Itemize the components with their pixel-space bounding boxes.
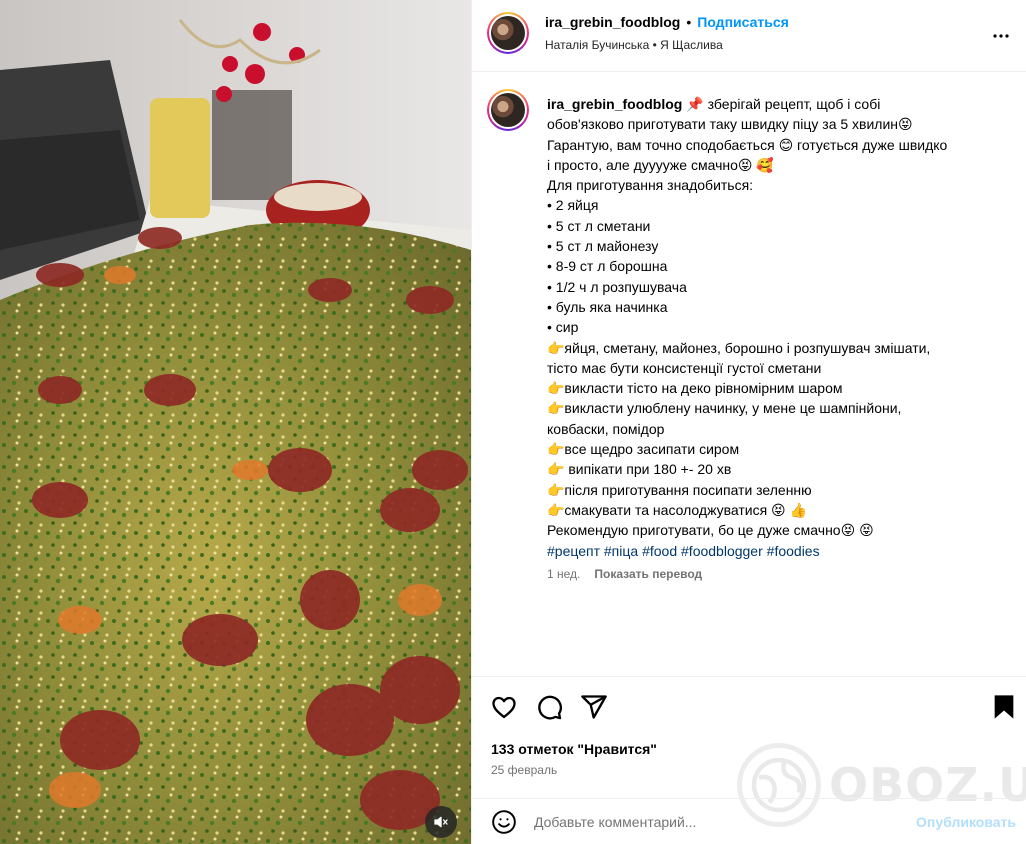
follow-button[interactable]: Подписаться — [697, 14, 789, 30]
caption-line: 👉 випікати при 180 +- 20 хв — [547, 461, 732, 478]
caption-line: обов'язково приготувати таку швидку піцу… — [547, 116, 913, 133]
hashtag-link[interactable]: #food — [642, 543, 677, 559]
caption-text: ira_grebin_foodblog 📌 зберігай рецепт, що… — [547, 94, 1009, 561]
hashtag-link[interactable]: #піца — [604, 543, 638, 559]
post-header: ira_grebin_foodblog • Подписаться Наталі… — [472, 0, 1026, 72]
emoji-button[interactable] — [491, 809, 517, 835]
audio-link[interactable]: Наталія Бучинська • Я Щаслива — [545, 38, 723, 52]
like-button[interactable] — [490, 693, 518, 721]
caption-line: тісто має бути консистенції густої смета… — [547, 359, 822, 376]
caption-line: 👉викласти тісто на деко рівномірним шаро… — [547, 380, 843, 397]
pizza-video-frame — [0, 0, 471, 844]
caption-line: • буль яка начинка — [547, 298, 668, 315]
hashtag-link[interactable]: #foodies — [767, 543, 820, 559]
caption-line: Рекомендую приготувати, бо це дуже смачн… — [547, 522, 874, 539]
smiley-icon — [492, 810, 516, 834]
hashtag-link[interactable]: #рецепт — [547, 543, 600, 559]
actions-section: 133 отметок "Нравится" 25 февраль OBOZ.U… — [472, 676, 1026, 827]
speaker-muted-icon — [434, 816, 448, 828]
caption-line: 👉смакувати та насолоджуватися 😝 👍 — [547, 501, 807, 518]
hashtag-link[interactable]: #foodblogger — [681, 543, 763, 559]
caption-line: 👉все щедро засипати сиром — [547, 441, 740, 458]
post-panel: ira_grebin_foodblog • Подписаться Наталі… — [471, 0, 1026, 844]
post-video[interactable] — [0, 0, 471, 844]
caption-line: • 5 ст л сметани — [547, 217, 651, 234]
time-ago[interactable]: 1 нед. — [547, 567, 580, 581]
comment-button[interactable] — [535, 693, 563, 721]
caption-line: ковбаски, помідор — [547, 420, 665, 437]
save-button[interactable] — [990, 693, 1018, 721]
mute-button[interactable] — [425, 806, 457, 838]
caption-meta: 1 нед. Показать перевод — [547, 567, 702, 581]
caption-line: • 1/2 ч л розпушувача — [547, 278, 687, 295]
share-button[interactable] — [580, 693, 608, 721]
caption-line: Гарантую, вам точно сподобається 😊 готує… — [547, 136, 948, 153]
caption-line: • сир — [547, 319, 579, 336]
caption-line: ira_grebin_foodblog 📌 зберігай рецепт, що… — [547, 96, 881, 112]
header-title-row: ira_grebin_foodblog • Подписаться — [545, 14, 789, 30]
more-horizontal-icon — [993, 34, 1009, 38]
comment-bar: Опубликовать — [472, 798, 1026, 844]
caption-line: • 8-9 ст л борошна — [547, 258, 668, 275]
caption-section: ira_grebin_foodblog 📌 зберігай рецепт, що… — [472, 73, 1026, 675]
caption-line: Для приготування знадобиться: — [547, 177, 754, 194]
avatar[interactable] — [487, 12, 529, 54]
caption-line: 👉викласти улюблену начинку, у мене це ша… — [547, 400, 902, 417]
caption-username[interactable]: ira_grebin_foodblog — [547, 96, 682, 112]
caption-line: • 5 ст л майонезу — [547, 238, 659, 255]
caption-line: 👉після приготування посипати зеленню — [547, 481, 812, 498]
share-icon — [581, 695, 607, 719]
username-link[interactable]: ira_grebin_foodblog — [545, 14, 680, 30]
bookmark-icon — [994, 695, 1014, 719]
publish-button[interactable]: Опубликовать — [916, 814, 1016, 830]
hashtags: #рецепт #піца #food #foodblogger #foodie… — [547, 541, 1009, 561]
heart-icon — [492, 696, 516, 719]
post-date[interactable]: 25 февраль — [491, 763, 557, 777]
likes-count[interactable]: 133 отметок "Нравится" — [491, 741, 657, 757]
more-options-button[interactable] — [989, 24, 1013, 48]
translate-button[interactable]: Показать перевод — [594, 567, 702, 581]
separator-dot: • — [686, 14, 692, 30]
comment-input[interactable] — [534, 811, 894, 833]
caption-line: і просто, але дууууже смачно😝 🥰 — [547, 156, 774, 173]
caption-line: • 2 яйця — [547, 197, 599, 214]
caption-line: 👉яйця, сметану, майонез, борошно і розпу… — [547, 339, 931, 356]
comment-icon — [538, 695, 562, 720]
caption-avatar[interactable] — [487, 89, 529, 131]
